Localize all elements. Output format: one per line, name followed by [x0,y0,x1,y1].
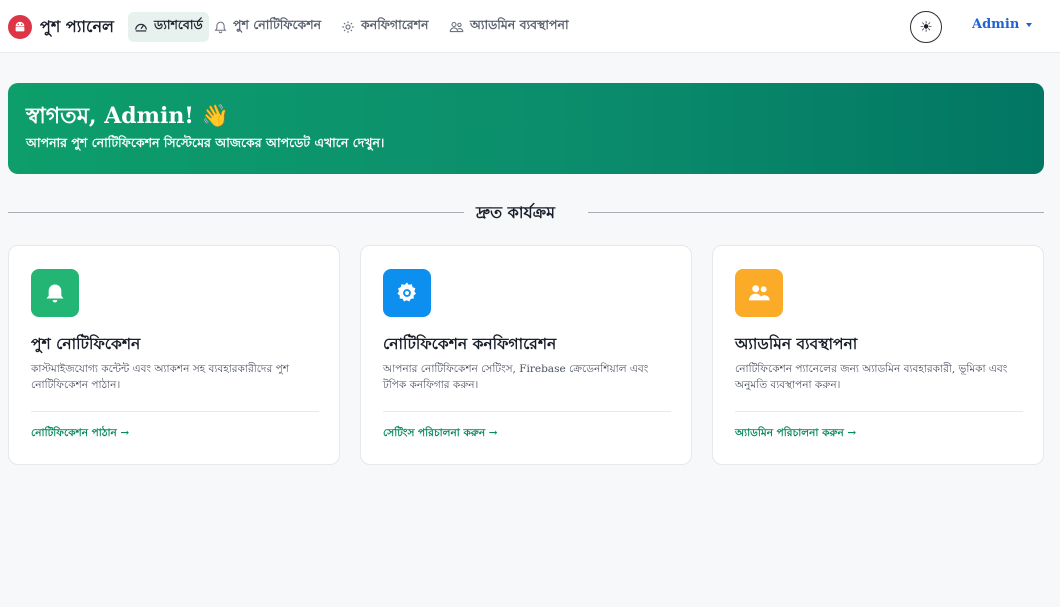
card-push-notification: পুশ নোটিফিকেশন কাস্টমাইজযোগ্য কন্টেন্ট এ… [8,245,340,465]
nav-item-label: অ্যাডমিন ব্যবস্থাপনা [470,17,569,32]
android-icon [8,15,32,39]
people-icon [735,269,783,317]
send-notification-link[interactable]: নোটিফিকেশন পাঠান → [31,426,129,443]
bell-icon [31,269,79,317]
card-description: নোটিফিকেশন প্যানেলের জন্য অ্যাডমিন ব্যবহ… [735,363,1008,391]
brand[interactable]: পুশ প্যানেল [8,14,114,40]
top-navbar: পুশ প্যানেল ড্যাশবোর্ড পুশ নোটিফিকেশন কন… [0,0,1060,53]
card-title: পুশ নোটিফিকেশন [31,334,141,353]
section-divider-left [8,212,464,213]
manage-settings-link[interactable]: সেটিংস পরিচালনা করুন → [383,426,498,443]
section-divider-right [588,212,1044,213]
gear-icon [342,21,354,33]
sun-icon: ☀ [919,18,933,36]
nav-item-push-notification[interactable]: পুশ নোটিফিকেশন [208,12,327,42]
card-description: আপনার নোটিফিকেশন সেটিংস, Firebase ক্রেডে… [383,363,649,391]
brand-title: পুশ প্যানেল [40,16,114,36]
gear-icon [383,269,431,317]
theme-toggle-button[interactable]: ☀ [910,11,942,43]
user-menu-dropdown[interactable]: Admin [972,17,1033,32]
manage-admins-link[interactable]: অ্যাডমিন পরিচালনা করুন → [735,426,856,443]
nav-item-configuration[interactable]: কনফিগারেশন [335,12,435,42]
speedometer-icon [135,23,147,32]
card-admin-management: অ্যাডমিন ব্যবস্থাপনা নোটিফিকেশন প্যানেলে… [712,245,1044,465]
welcome-banner: স্বাগতম, Admin! 👋 আপনার পুশ নোটিফিকেশন স… [8,83,1044,174]
user-menu-label: Admin [972,17,1020,32]
card-divider [735,411,1023,412]
nav-item-label: পুশ নোটিফিকেশন [233,17,322,32]
card-description: কাস্টমাইজযোগ্য কন্টেন্ট এবং অ্যাকশন সহ ব… [31,363,289,391]
nav-item-label: কনফিগারেশন [361,17,429,32]
bell-icon [214,21,227,34]
people-icon [449,21,464,33]
card-divider [31,411,319,412]
welcome-subtitle: আপনার পুশ নোটিফিকেশন সিস্টেমের আজকের আপড… [26,135,385,150]
welcome-title: স্বাগতম, Admin! 👋 [26,103,230,129]
card-title: নোটিফিকেশন কনফিগারেশন [383,334,557,353]
card-notification-configuration: নোটিফিকেশন কনফিগারেশন আপনার নোটিফিকেশন স… [360,245,692,465]
nav-item-dashboard[interactable]: ড্যাশবোর্ড [128,12,209,42]
section-title: দ্রুত কার্যক্রম [476,203,555,222]
caret-down-icon [1026,22,1033,27]
nav-item-admin-management[interactable]: অ্যাডমিন ব্যবস্থাপনা [443,12,575,42]
card-title: অ্যাডমিন ব্যবস্থাপনা [735,334,858,353]
card-divider [383,411,671,412]
nav-item-label: ড্যাশবোর্ড [154,17,203,32]
